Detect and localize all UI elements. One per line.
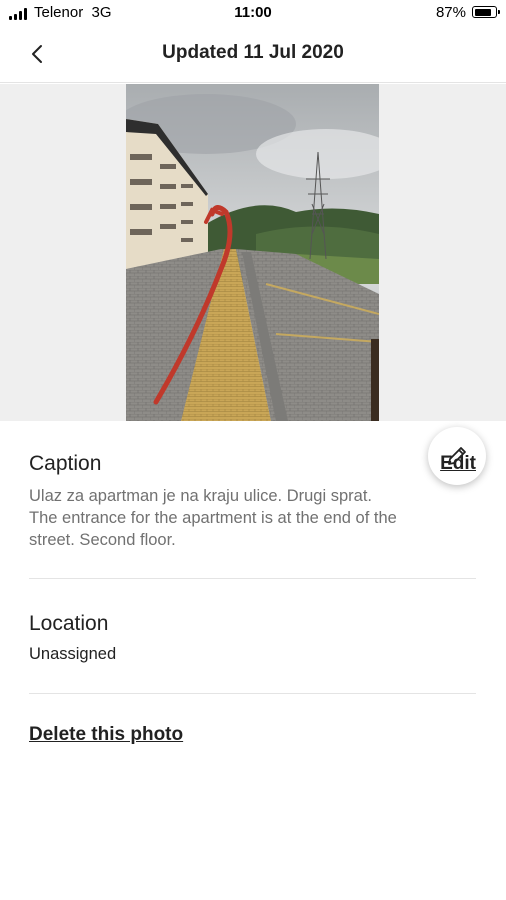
location-heading: Location	[29, 612, 109, 635]
caption-line: street. Second floor.	[29, 531, 176, 549]
caption-line: Ulaz za apartman je na kraju ulice. Drug…	[29, 487, 372, 505]
delete-photo-link[interactable]: Delete this photo	[29, 724, 183, 746]
caption-text: Ulaz za apartman je na kraju ulice. Drug…	[29, 485, 459, 551]
status-bar: Telenor 3G 11:00 87%	[0, 0, 506, 26]
battery-icon	[472, 6, 500, 18]
divider	[29, 578, 476, 579]
edit-caption-link[interactable]: Edit	[440, 453, 476, 475]
photo-area	[0, 84, 506, 485]
page-title: Updated 11 Jul 2020	[162, 42, 344, 63]
battery-percent: 87%	[435, 4, 466, 21]
caption-heading: Caption	[29, 452, 102, 475]
photo-image	[126, 84, 379, 421]
location-value: Unassigned	[29, 645, 117, 663]
header: Updated 11 Jul 2020	[0, 26, 506, 83]
listing-photo[interactable]	[126, 84, 379, 421]
clock: 11:00	[234, 4, 272, 21]
caption-line: The entrance for the apartment is at the…	[29, 509, 397, 527]
divider	[29, 693, 476, 694]
